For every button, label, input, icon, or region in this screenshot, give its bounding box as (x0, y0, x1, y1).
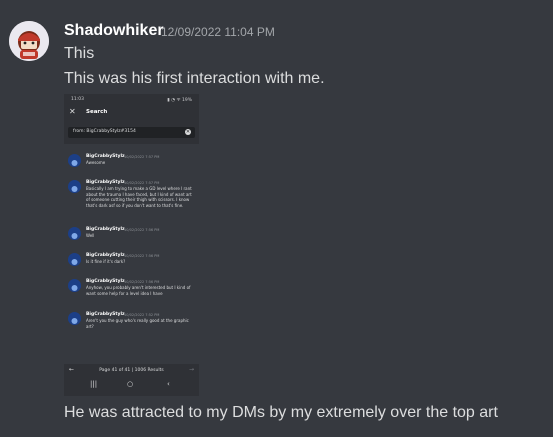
result-pager: ← Page 41 of 41 | 1006 Results → (64, 364, 199, 377)
back-icon: ‹ (167, 380, 170, 388)
result-date: 10/02/2022 7:56 PM (124, 253, 160, 258)
crab-avatar-icon (68, 314, 81, 325)
message-line: He was attracted to my DMs by my extreme… (64, 404, 498, 421)
message-timestamp: 12/09/2022 11:04 PM (161, 25, 275, 39)
result-author: BigCrabbyStylz (86, 253, 125, 258)
phone-status-bar: 11:03 ▮ ◔ ᯤ 19% (64, 96, 199, 105)
attachment-search-header: 11:03 ▮ ◔ ᯤ 19% ✕ Search from: BigCrabby… (64, 94, 199, 144)
result-text: Is it fine if it's dark? (86, 259, 126, 264)
arrow-right-icon: → (188, 366, 194, 373)
phone-nav-bar: ||| ○ ‹ (64, 378, 199, 392)
attachment-footer: ← Page 41 of 41 | 1006 Results → ||| ○ ‹ (64, 364, 199, 396)
result-text: Awesome (86, 160, 106, 165)
search-query: from: BigCrabbyStylz#3154 (73, 129, 136, 134)
clear-icon: ✕ (185, 129, 191, 135)
chat-message: Shadowhiker 12/09/2022 11:04 PM This Thi… (0, 0, 553, 437)
result-author: BigCrabbyStylz (86, 180, 125, 185)
result-avatar (68, 312, 81, 325)
message-line: This (64, 45, 95, 62)
result-author: BigCrabbyStylz (86, 312, 125, 317)
crab-avatar-icon (68, 281, 81, 292)
crab-avatar-icon (68, 255, 81, 266)
result-author: BigCrabbyStylz (86, 279, 125, 284)
result-date: 10/02/2022 7:56 PM (124, 279, 160, 284)
avatar-character-icon (9, 21, 49, 61)
search-field: from: BigCrabbyStylz#3154 ✕ (68, 127, 195, 138)
result-date: 10/02/2022 7:56 PM (124, 227, 160, 232)
result-date: 10/02/2022 7:57 PM (124, 180, 160, 185)
author-name[interactable]: Shadowhiker (64, 22, 164, 40)
status-time: 11:03 (71, 97, 84, 102)
result-text: Well (86, 233, 95, 238)
page-indicator: Page 41 of 41 | 1006 Results (99, 368, 164, 373)
close-icon: ✕ (69, 107, 76, 116)
result-text: Aren't you the guy who's really good at … (86, 318, 189, 329)
crab-avatar-icon (68, 182, 81, 193)
search-title: Search (86, 109, 108, 115)
result-date: 10/02/2022 7:57 PM (124, 154, 160, 159)
result-avatar (68, 154, 81, 167)
result-text: Basically I am trying to make a GD level… (86, 186, 192, 208)
result-text: Anyhow, you probably aren't interested b… (86, 285, 191, 296)
status-icons: ▮ ◔ ᯤ 19% (167, 98, 192, 103)
result-date: 10/02/2022 7:52 PM (124, 312, 160, 317)
result-author: BigCrabbyStylz (86, 154, 125, 159)
crab-avatar-icon (68, 156, 81, 167)
user-avatar[interactable] (9, 21, 49, 61)
result-avatar (68, 180, 81, 193)
home-icon: ○ (127, 380, 134, 388)
image-attachment[interactable]: 11:03 ▮ ◔ ᯤ 19% ✕ Search from: BigCrabby… (64, 94, 199, 396)
result-avatar (68, 227, 81, 240)
message-line: This was his first interaction with me. (64, 70, 325, 87)
result-avatar (68, 253, 81, 266)
crab-avatar-icon (68, 229, 81, 240)
result-avatar (68, 279, 81, 292)
result-author: BigCrabbyStylz (86, 227, 125, 232)
recents-icon: ||| (90, 380, 98, 388)
